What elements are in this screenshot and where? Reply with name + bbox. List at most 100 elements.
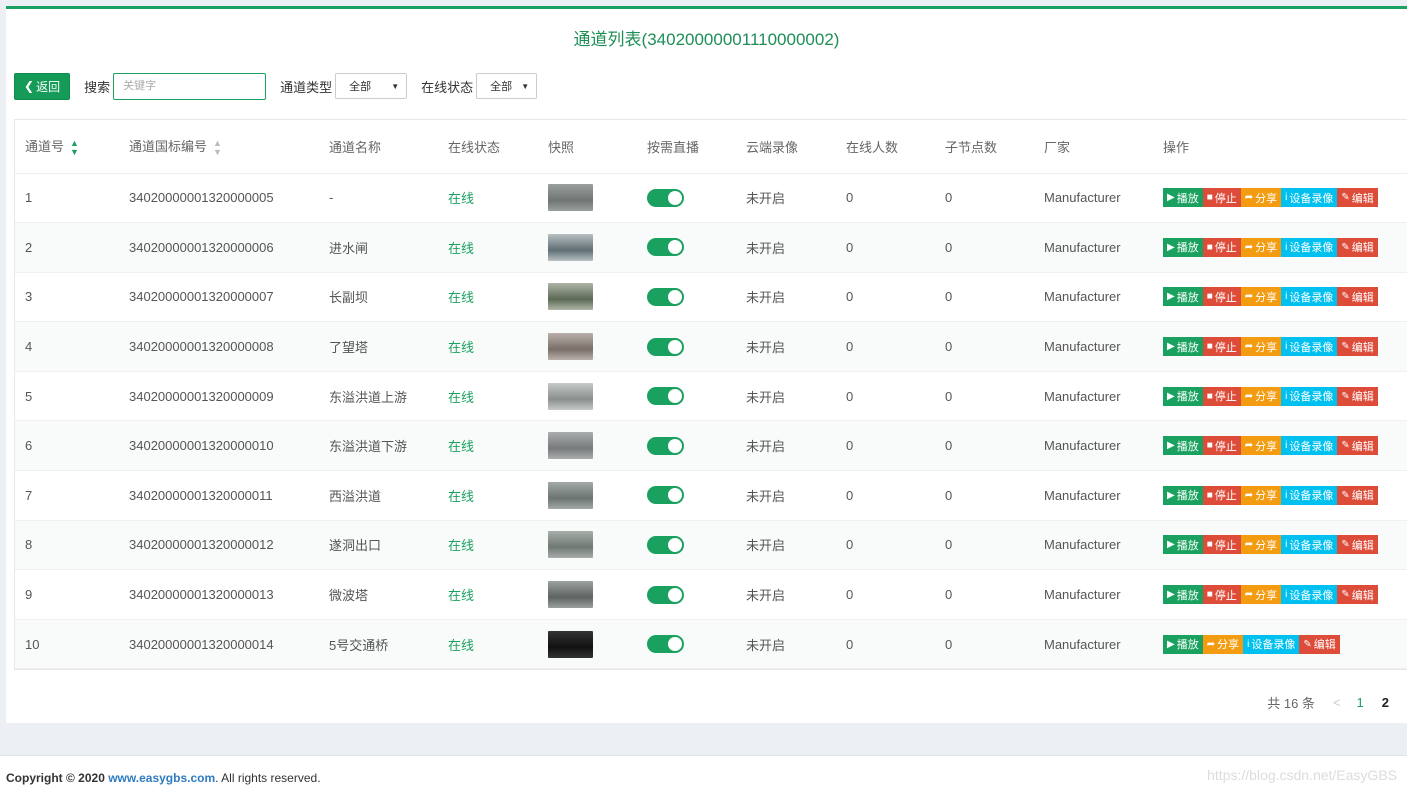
- search-input[interactable]: [113, 72, 267, 100]
- on-demand-toggle[interactable]: [647, 635, 684, 654]
- device-record-button[interactable]: i 设备录像: [1281, 287, 1338, 307]
- snapshot-thumbnail[interactable]: [548, 581, 593, 609]
- play-button[interactable]: ▶ 播放: [1163, 485, 1203, 505]
- on-demand-toggle[interactable]: [647, 188, 684, 207]
- play-button[interactable]: ▶ 播放: [1163, 188, 1203, 208]
- edit-button[interactable]: ✎ 编辑: [1337, 287, 1378, 307]
- share-button[interactable]: ➦ 分享: [1240, 188, 1282, 208]
- share-button[interactable]: ➦ 分享: [1240, 237, 1282, 257]
- edit-button[interactable]: ✎ 编辑: [1299, 634, 1340, 654]
- snapshot-thumbnail[interactable]: [548, 233, 593, 261]
- table-row: 10 34020000001320000014 5号交通桥 在线 未开启 0 0…: [15, 619, 1407, 670]
- cell-channel-no: 6: [15, 420, 119, 472]
- on-demand-toggle[interactable]: [647, 337, 684, 356]
- edit-button[interactable]: ✎ 编辑: [1337, 535, 1378, 555]
- sort-icon[interactable]: ▲ ▼: [213, 138, 222, 157]
- device-record-button[interactable]: i 设备录像: [1243, 634, 1300, 654]
- on-demand-toggle[interactable]: [647, 486, 684, 505]
- snapshot-thumbnail[interactable]: [548, 481, 593, 509]
- play-button[interactable]: ▶ 播放: [1163, 386, 1203, 406]
- share-button[interactable]: ➦ 分享: [1240, 337, 1282, 357]
- cell-actions: ▶ 播放 ■ 停止 ➦ 分享 i 设备录像 ✎ 编辑: [1153, 470, 1407, 521]
- sort-icon[interactable]: ▲ ▼: [70, 138, 79, 157]
- on-demand-toggle[interactable]: [647, 585, 684, 604]
- stop-button[interactable]: ■ 停止: [1202, 585, 1241, 605]
- edit-button[interactable]: ✎ 编辑: [1337, 386, 1378, 406]
- device-record-button[interactable]: i 设备录像: [1281, 436, 1338, 456]
- col-channel-no[interactable]: 通道号 ▲ ▼: [15, 120, 119, 174]
- play-button[interactable]: ▶ 播放: [1163, 585, 1203, 605]
- stop-button[interactable]: ■ 停止: [1202, 436, 1241, 456]
- device-record-button[interactable]: i 设备录像: [1281, 535, 1338, 555]
- channel-type-select[interactable]: 全部 ▼: [335, 73, 408, 99]
- snapshot-thumbnail[interactable]: [548, 382, 593, 410]
- stop-button[interactable]: ■ 停止: [1202, 485, 1241, 505]
- play-button[interactable]: ▶ 播放: [1163, 436, 1203, 456]
- share-button[interactable]: ➦ 分享: [1240, 386, 1282, 406]
- snapshot-thumbnail[interactable]: [548, 432, 593, 460]
- edit-icon: ✎: [1341, 192, 1350, 204]
- device-record-button[interactable]: i 设备录像: [1281, 585, 1338, 605]
- share-button[interactable]: ➦ 分享: [1240, 485, 1282, 505]
- on-demand-toggle[interactable]: [647, 287, 684, 306]
- page-1-button[interactable]: 1: [1357, 695, 1364, 710]
- cell-vendor: Manufacturer: [1034, 371, 1153, 422]
- snapshot-thumbnail[interactable]: [548, 333, 593, 361]
- device-record-button[interactable]: i 设备录像: [1281, 188, 1338, 208]
- on-demand-toggle[interactable]: [647, 387, 684, 406]
- cell-channel-no: 10: [15, 619, 119, 670]
- play-button[interactable]: ▶ 播放: [1163, 634, 1203, 654]
- cell-actions: ▶ 播放 ■ 停止 ➦ 分享 i 设备录像 ✎ 编辑: [1153, 321, 1407, 372]
- share-button[interactable]: ➦ 分享: [1240, 585, 1282, 605]
- device-record-button[interactable]: i 设备录像: [1281, 337, 1338, 357]
- edit-button[interactable]: ✎ 编辑: [1337, 436, 1378, 456]
- on-demand-toggle[interactable]: [647, 238, 684, 257]
- play-button[interactable]: ▶ 播放: [1163, 535, 1203, 555]
- cell-online-count: 0: [836, 569, 935, 620]
- cell-online-status: 在线: [438, 619, 538, 670]
- snapshot-thumbnail[interactable]: [548, 531, 593, 559]
- play-button[interactable]: ▶ 播放: [1163, 237, 1203, 257]
- edit-button[interactable]: ✎ 编辑: [1337, 337, 1378, 357]
- cell-online-status: 在线: [438, 272, 538, 323]
- edit-button[interactable]: ✎ 编辑: [1337, 485, 1378, 505]
- cell-gb-code: 34020000001320000009: [119, 371, 319, 422]
- page-2-button[interactable]: 2: [1382, 695, 1389, 710]
- play-button[interactable]: ▶ 播放: [1163, 287, 1203, 307]
- online-status-select[interactable]: 全部 ▼: [476, 73, 538, 99]
- cell-actions: ▶ 播放 ■ 停止 ➦ 分享 i 设备录像 ✎ 编辑: [1153, 272, 1407, 323]
- share-button[interactable]: ➦ 分享: [1240, 535, 1282, 555]
- stop-button[interactable]: ■ 停止: [1202, 535, 1241, 555]
- on-demand-toggle[interactable]: [647, 436, 684, 455]
- device-record-button[interactable]: i 设备录像: [1281, 485, 1338, 505]
- edit-button[interactable]: ✎ 编辑: [1337, 188, 1378, 208]
- site-link[interactable]: www.easygbs.com: [108, 771, 215, 785]
- stop-button[interactable]: ■ 停止: [1202, 237, 1241, 257]
- snapshot-thumbnail[interactable]: [548, 283, 593, 311]
- on-demand-toggle[interactable]: [647, 535, 684, 554]
- cell-channel-name: 微波塔: [319, 569, 438, 620]
- col-cloud-record: 云端录像: [736, 120, 836, 174]
- edit-button[interactable]: ✎ 编辑: [1337, 585, 1378, 605]
- play-button[interactable]: ▶ 播放: [1163, 337, 1203, 357]
- device-record-button[interactable]: i 设备录像: [1281, 386, 1338, 406]
- stop-button[interactable]: ■ 停止: [1202, 386, 1241, 406]
- stop-button[interactable]: ■ 停止: [1202, 337, 1241, 357]
- share-button[interactable]: ➦ 分享: [1240, 436, 1282, 456]
- col-gb-code[interactable]: 通道国标编号 ▲ ▼: [119, 120, 319, 174]
- stop-button[interactable]: ■ 停止: [1202, 188, 1241, 208]
- snapshot-thumbnail[interactable]: [548, 184, 593, 212]
- back-button[interactable]: ❮ 返回: [14, 72, 71, 100]
- share-button[interactable]: ➦ 分享: [1202, 634, 1244, 654]
- col-online-status: 在线状态: [438, 120, 538, 174]
- prev-page-button[interactable]: <: [1333, 695, 1341, 710]
- cell-channel-no: 2: [15, 222, 119, 273]
- stop-button[interactable]: ■ 停止: [1202, 287, 1241, 307]
- share-button[interactable]: ➦ 分享: [1240, 287, 1282, 307]
- edit-button[interactable]: ✎ 编辑: [1337, 237, 1378, 257]
- cell-gb-code: 34020000001320000008: [119, 321, 319, 372]
- share-icon: ➦: [1244, 489, 1254, 501]
- device-record-button[interactable]: i 设备录像: [1281, 237, 1338, 257]
- cell-child-count: 0: [935, 619, 1034, 670]
- snapshot-thumbnail[interactable]: [548, 630, 593, 658]
